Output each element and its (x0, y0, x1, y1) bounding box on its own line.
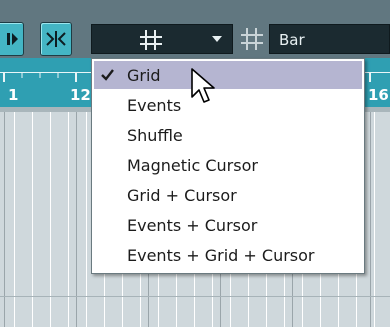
menu-item-label: Shuffle (127, 126, 183, 145)
quantize-combo[interactable]: Bar (269, 24, 390, 54)
prev-button[interactable] (0, 22, 24, 56)
mouse-pointer-icon (191, 68, 215, 103)
menu-item-events[interactable]: Events (94, 91, 362, 119)
snap-type-combo[interactable] (91, 24, 233, 54)
ruler-label: 12 (70, 86, 91, 104)
menu-item-grid[interactable]: Grid (94, 61, 362, 89)
menu-item-events-grid-cursor[interactable]: Events + Grid + Cursor (94, 241, 362, 269)
menu-item-label: Magnetic Cursor (127, 156, 258, 175)
snap-icon (46, 31, 66, 47)
snap-type-menu: Grid Events Shuffle Magnetic Cursor Grid… (91, 58, 365, 274)
ruler-label: 16 (368, 86, 389, 104)
menu-item-events-cursor[interactable]: Events + Cursor (94, 211, 362, 239)
dropdown-arrow-icon (212, 36, 222, 42)
quantize-grid-icon (241, 28, 263, 50)
ruler-label: 1 (8, 86, 19, 104)
menu-item-label: Grid + Cursor (127, 186, 237, 205)
menu-item-label: Grid (127, 66, 161, 85)
grid-icon (140, 30, 162, 50)
menu-item-magnetic-cursor[interactable]: Magnetic Cursor (94, 151, 362, 179)
menu-item-shuffle[interactable]: Shuffle (94, 121, 362, 149)
menu-item-grid-cursor[interactable]: Grid + Cursor (94, 181, 362, 209)
checkmark-icon (101, 69, 114, 81)
menu-item-label: Events + Grid + Cursor (127, 246, 315, 265)
menu-item-label: Events + Cursor (127, 216, 258, 235)
snap-toggle-button[interactable] (40, 22, 72, 56)
quantize-value: Bar (279, 31, 305, 49)
menu-item-label: Events (127, 96, 182, 115)
diamond-arrow-icon (7, 33, 18, 45)
